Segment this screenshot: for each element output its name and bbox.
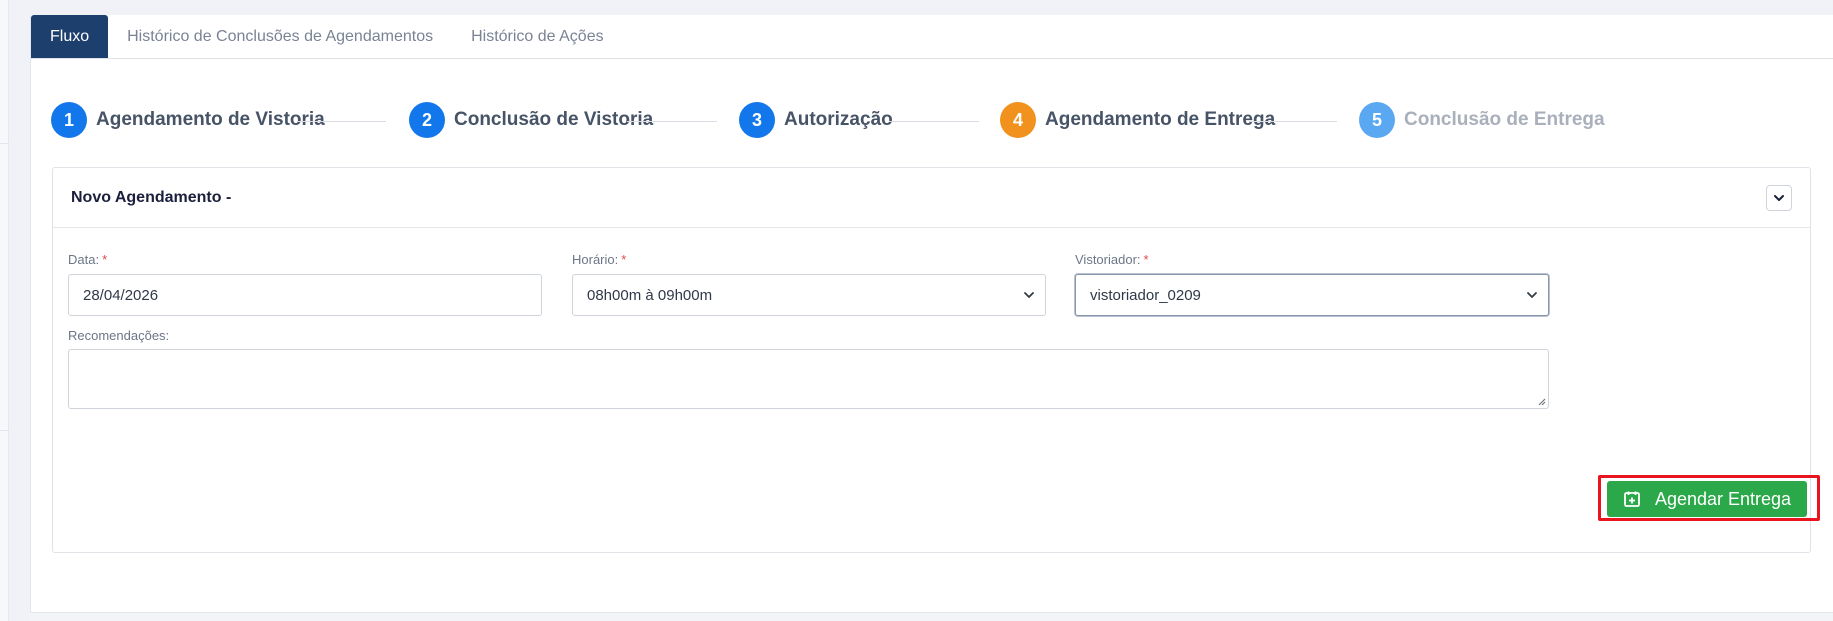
date-label-text: Data: (68, 252, 100, 267)
date-value: 28/04/2026 (83, 286, 159, 304)
inspector-value: vistoriador_0209 (1090, 286, 1201, 304)
recommendations-label: Recomendações: (68, 328, 169, 343)
step-number: 3 (739, 102, 775, 138)
inspector-select[interactable]: vistoriador_0209 (1075, 274, 1549, 316)
step-number: 4 (1000, 102, 1036, 138)
main-panel: Fluxo Histórico de Conclusões de Agendam… (30, 15, 1833, 615)
tab-historico-acoes[interactable]: Histórico de Ações (452, 15, 623, 58)
step-number: 5 (1359, 102, 1395, 138)
step-number: 2 (409, 102, 445, 138)
workflow-stepper: 1 Agendamento de Vistoria 2 Conclusão de… (31, 59, 1833, 179)
recommendations-textarea[interactable] (68, 349, 1549, 409)
sidebar-divider (0, 143, 9, 144)
step-autorizacao: 3 Autorização (739, 102, 893, 138)
schedule-delivery-label: Agendar Entrega (1654, 488, 1792, 509)
chevron-down-icon (1527, 292, 1537, 298)
tab-fluxo[interactable]: Fluxo (31, 15, 109, 58)
inspector-label-text: Vistoriador: (1075, 252, 1141, 267)
time-value: 08h00m à 09h00m (587, 286, 713, 304)
chevron-down-icon (1774, 194, 1784, 201)
time-label-text: Horário: (572, 252, 619, 267)
required-mark: * (621, 252, 627, 267)
date-input[interactable]: 28/04/2026 (68, 274, 542, 316)
step-connector (1249, 121, 1337, 122)
new-schedule-card: Novo Agendamento - Data: * 28/04/2026 Hor… (52, 167, 1811, 553)
card-title: Novo Agendamento - (71, 188, 232, 206)
step-number: 1 (51, 102, 87, 138)
left-sidebar-edge (0, 0, 9, 621)
date-label: Data: * (68, 252, 107, 267)
step-label: Autorização (784, 109, 893, 130)
time-label: Horário: * (572, 252, 626, 267)
step-agendamento-vistoria: 1 Agendamento de Vistoria (51, 102, 325, 138)
step-connector (298, 121, 386, 122)
card-header: Novo Agendamento - (53, 168, 1810, 228)
tab-bar: Fluxo Histórico de Conclusões de Agendam… (31, 15, 1833, 59)
required-mark: * (1143, 252, 1149, 267)
tab-historico-conclusoes[interactable]: Histórico de Conclusões de Agendamentos (108, 15, 452, 58)
chevron-down-icon (1024, 292, 1034, 298)
inspector-label: Vistoriador: * (1075, 252, 1149, 267)
step-conclusao-vistoria: 2 Conclusão de Vistoria (409, 102, 653, 138)
step-label: Agendamento de Vistoria (96, 109, 325, 130)
collapse-button[interactable] (1766, 184, 1792, 211)
step-connector (627, 121, 717, 122)
recommendations-label-text: Recomendações: (68, 328, 170, 343)
step-label: Agendamento de Entrega (1045, 109, 1276, 130)
step-conclusao-entrega: 5 Conclusão de Entrega (1359, 102, 1605, 138)
step-label: Conclusão de Vistoria (454, 109, 654, 130)
resize-grip-icon[interactable] (1536, 396, 1546, 406)
step-connector (889, 121, 979, 122)
step-agendamento-entrega: 4 Agendamento de Entrega (1000, 102, 1275, 138)
time-select[interactable]: 08h00m à 09h00m (572, 274, 1046, 316)
required-mark: * (102, 252, 108, 267)
step-label: Conclusão de Entrega (1404, 109, 1605, 130)
calendar-plus-icon (1624, 491, 1640, 507)
footer-band (30, 612, 1833, 621)
schedule-delivery-button[interactable]: Agendar Entrega (1607, 481, 1807, 517)
sidebar-divider (0, 430, 9, 431)
